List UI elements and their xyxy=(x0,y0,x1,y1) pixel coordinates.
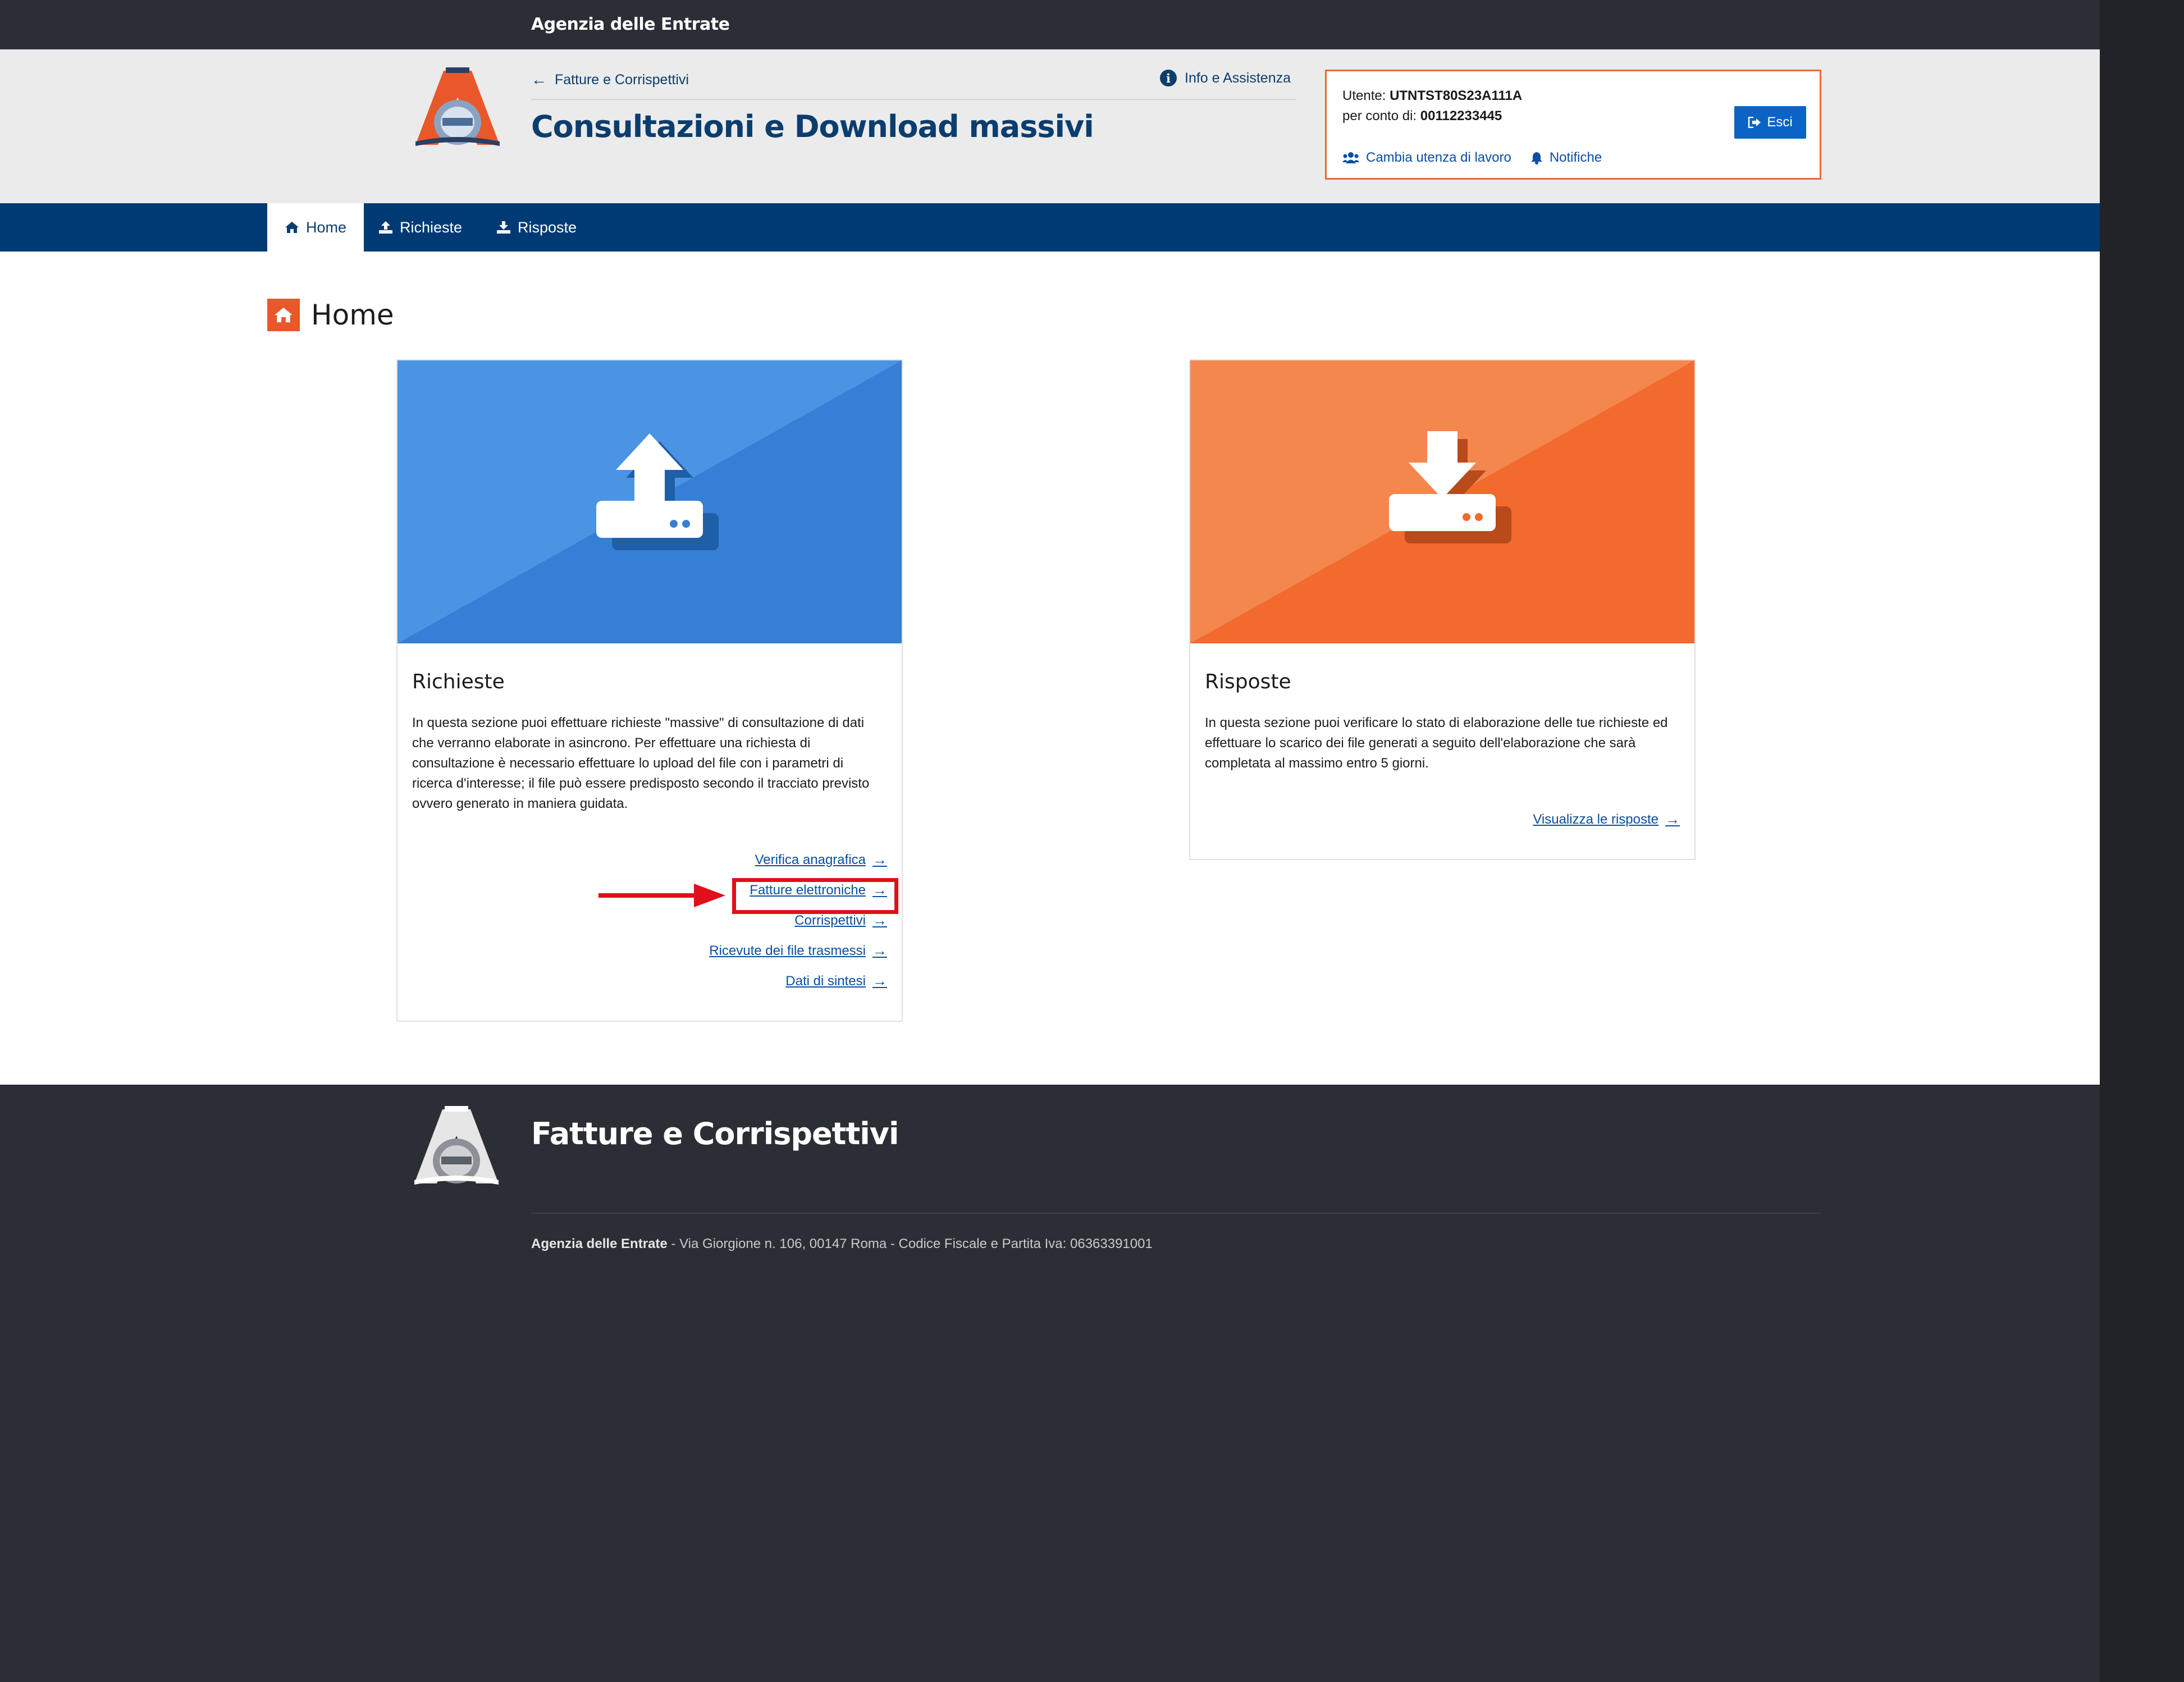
conto-line: per conto di: 00112233445 xyxy=(1342,108,1502,124)
main-nav: Home Richieste Risposte xyxy=(0,203,2100,252)
footer-address-rest: - Via Giorgione n. 106, 00147 Roma - Cod… xyxy=(667,1236,1153,1251)
link-visualizza-risposte-label: Visualizza le risposte xyxy=(1533,811,1658,827)
red-arrow-annotation xyxy=(598,884,725,907)
arrow-right-icon: → xyxy=(872,972,887,989)
breadcrumb-label: Fatture e Corrispettivi xyxy=(555,71,689,88)
footer-divider xyxy=(531,1213,1821,1214)
upload-tray-icon xyxy=(397,360,902,643)
link-dati-sintesi-label: Dati di sintesi xyxy=(785,973,866,989)
info-assistenza-link[interactable]: i Info e Assistenza xyxy=(1160,70,1291,86)
highlight-box xyxy=(732,878,898,914)
tab-home-label: Home xyxy=(305,218,347,236)
footer: Fatture e Corrispettivi Agenzia delle En… xyxy=(0,1085,2100,1682)
upload-icon xyxy=(379,221,392,234)
page-title: Consultazioni e Download massivi xyxy=(531,109,1094,144)
user-links: Cambia utenza di lavoro Notifiche xyxy=(1342,150,1602,166)
card-risposte-description: In questa sezione puoi verificare lo sta… xyxy=(1205,715,1668,771)
info-label: Info e Assistenza xyxy=(1185,70,1291,86)
user-line: Utente: UTNTST80S23A111A xyxy=(1342,88,1522,104)
card-richieste: Richieste In questa sezione puoi effettu… xyxy=(396,359,903,1022)
arrow-right-icon: → xyxy=(872,912,887,929)
link-visualizza-risposte[interactable]: Visualizza le risposte → xyxy=(1533,811,1680,828)
cambia-utenza-label: Cambia utenza di lavoro xyxy=(1366,150,1511,165)
arrow-right-icon: → xyxy=(1665,811,1680,828)
user-box: Utente: UTNTST80S23A111A per conto di: 0… xyxy=(1325,70,1821,180)
page: Agenzia delle Entrate ← Fatture e Corris… xyxy=(0,0,2100,1682)
section-heading: Home xyxy=(267,299,394,331)
home-icon xyxy=(285,222,299,233)
footer-title: Fatture e Corrispettivi xyxy=(531,1116,899,1151)
breadcrumb[interactable]: ← Fatture e Corrispettivi xyxy=(531,71,689,89)
download-icon xyxy=(497,221,510,234)
agenzia-logo[interactable] xyxy=(410,66,505,150)
tab-risposte[interactable]: Risposte xyxy=(496,203,577,252)
card-risposte-hero[interactable] xyxy=(1190,360,1694,643)
footer-address: Agenzia delle Entrate - Via Giorgione n.… xyxy=(531,1236,1153,1252)
main-content: Home Richieste In questa sezione puoi ef… xyxy=(0,252,2100,1085)
link-ricevute[interactable]: Ricevute dei file trasmessi → xyxy=(709,942,887,959)
card-risposte-title: Risposte xyxy=(1205,670,1291,693)
utente-value: UTNTST80S23A111A xyxy=(1390,88,1523,103)
link-dati-sintesi[interactable]: Dati di sintesi → xyxy=(785,972,887,990)
card-richieste-description: In questa sezione puoi effettuare richie… xyxy=(412,715,870,811)
header-divider xyxy=(531,99,1296,100)
tab-richieste-label: Richieste xyxy=(400,218,463,236)
tab-richieste[interactable]: Richieste xyxy=(378,203,462,252)
bell-icon xyxy=(1530,152,1542,164)
link-corrispettivi[interactable]: Corrispettivi → xyxy=(794,912,887,929)
utente-label: Utente: xyxy=(1342,88,1386,103)
notifiche-link[interactable]: Notifiche xyxy=(1530,150,1602,166)
users-icon xyxy=(1342,152,1359,163)
header: ← Fatture e Corrispettivi i Info e Assis… xyxy=(0,49,2100,203)
home-badge xyxy=(267,299,300,331)
window-side-panel xyxy=(2100,0,2184,1682)
link-ricevute-label: Ricevute dei file trasmessi xyxy=(709,943,866,958)
card-richieste-hero[interactable] xyxy=(397,360,902,643)
link-verifica-anagrafica-label: Verifica anagrafica xyxy=(755,852,866,867)
footer-logo[interactable] xyxy=(409,1105,504,1189)
arrow-right-icon: → xyxy=(872,942,887,959)
link-corrispettivi-label: Corrispettivi xyxy=(794,912,866,928)
esci-label: Esci xyxy=(1767,115,1793,130)
cambia-utenza-link[interactable]: Cambia utenza di lavoro xyxy=(1342,150,1511,166)
esci-button[interactable]: Esci xyxy=(1734,106,1806,139)
notifiche-label: Notifiche xyxy=(1549,150,1602,165)
arrow-left-icon: ← xyxy=(531,71,547,88)
agency-name[interactable]: Agenzia delle Entrate xyxy=(531,15,730,34)
conto-value: 00112233445 xyxy=(1420,108,1502,124)
footer-address-strong: Agenzia delle Entrate xyxy=(531,1236,668,1251)
top-bar: Agenzia delle Entrate xyxy=(0,0,2100,49)
download-tray-icon xyxy=(1190,360,1694,643)
card-risposte: Risposte In questa sezione puoi verifica… xyxy=(1189,359,1696,860)
card-richieste-title: Richieste xyxy=(412,670,505,693)
arrow-right-icon: → xyxy=(872,851,887,868)
info-icon: i xyxy=(1160,70,1177,86)
tab-risposte-label: Risposte xyxy=(518,218,577,236)
conto-label: per conto di: xyxy=(1342,108,1417,124)
sign-out-icon xyxy=(1748,117,1761,128)
link-verifica-anagrafica[interactable]: Verifica anagrafica → xyxy=(755,851,887,869)
tab-home[interactable]: Home xyxy=(267,203,364,252)
section-title: Home xyxy=(311,299,394,331)
home-icon xyxy=(275,307,293,323)
